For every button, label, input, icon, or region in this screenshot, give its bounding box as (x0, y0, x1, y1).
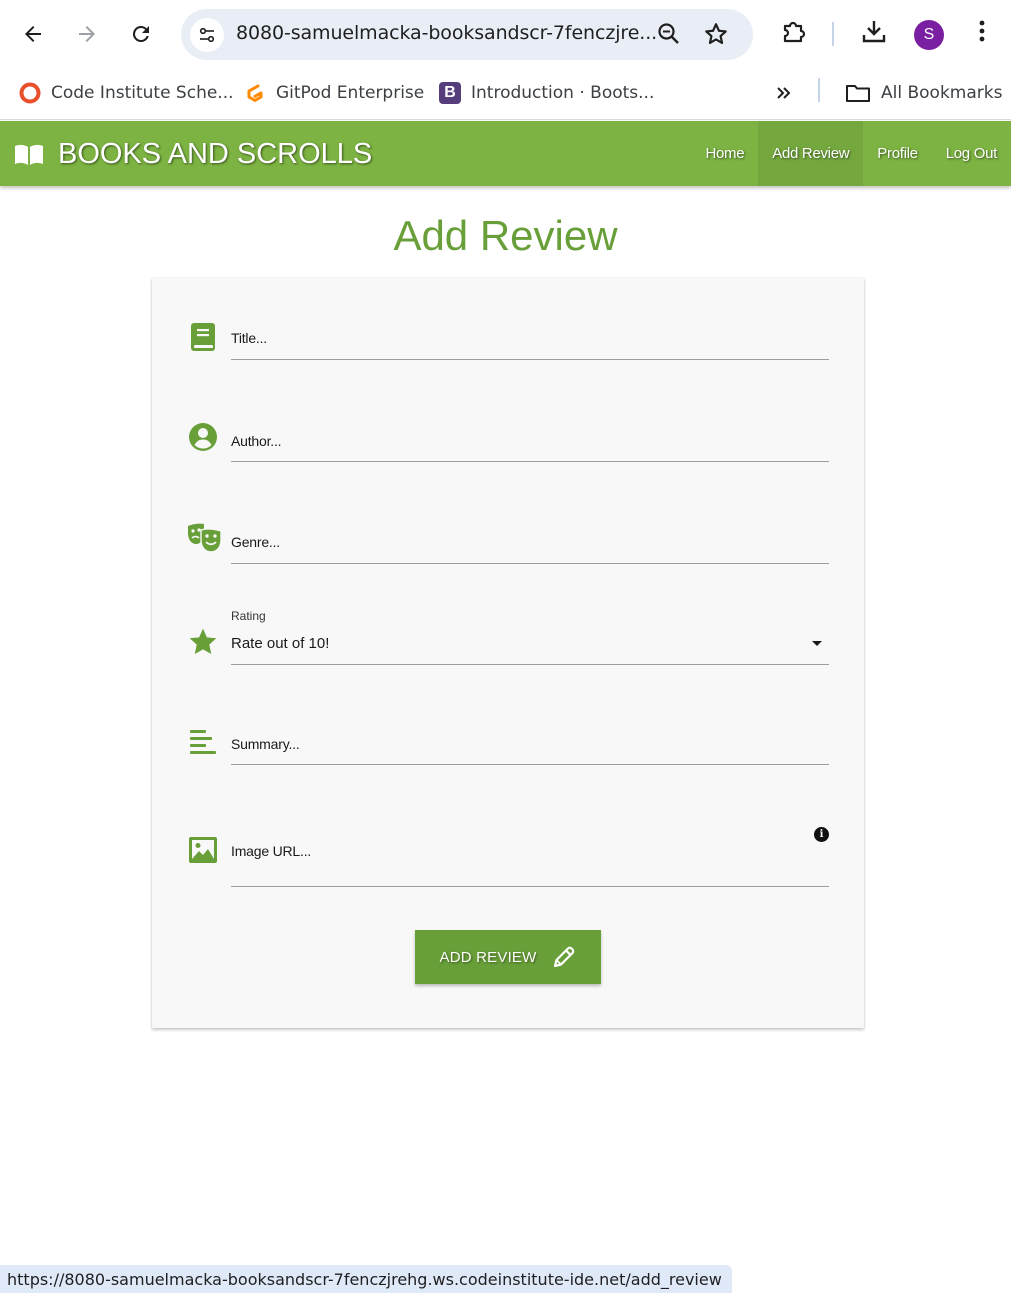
bookmark-bootstrap[interactable]: B Introduction · Boots... (439, 78, 654, 108)
align-left-icon (186, 725, 220, 759)
download-icon (862, 21, 886, 43)
genre-field[interactable]: Genre... (186, 521, 830, 566)
code-institute-icon (19, 82, 41, 104)
star-outline-icon (705, 23, 727, 44)
brand-name: BOOKS AND SCROLLS (58, 138, 373, 170)
image-url-input[interactable]: Image URL... (231, 843, 311, 859)
star-icon (186, 625, 220, 659)
image-url-underline (231, 886, 829, 887)
author-input[interactable]: Author... (231, 433, 282, 449)
title-input[interactable]: Title... (231, 330, 267, 346)
double-chevron-right-icon (777, 87, 791, 99)
nav-log-out[interactable]: Log Out (932, 121, 1011, 186)
summary-field[interactable]: Summary... (186, 728, 830, 770)
bookmarks-bar: Code Institute Sche... GitPod Enterprise… (0, 68, 1011, 120)
title-field[interactable]: Title... (186, 320, 830, 362)
browser-menu-button[interactable] (970, 17, 994, 50)
bookmark-code-institute[interactable]: Code Institute Sche... (19, 78, 234, 108)
caret-down-icon (812, 641, 822, 646)
back-button[interactable] (13, 14, 53, 54)
nav-links: Home Add Review Profile Log Out (691, 121, 1011, 186)
pencil-icon (553, 946, 574, 968)
summary-input[interactable]: Summary... (231, 736, 300, 752)
page-title: Add Review (393, 212, 618, 259)
bookmark-label: Code Institute Sche... (51, 83, 234, 103)
reload-icon (132, 25, 149, 42)
add-review-button[interactable]: ADD REVIEW (415, 930, 601, 984)
nav-home[interactable]: Home (691, 121, 758, 186)
nav-profile[interactable]: Profile (863, 121, 931, 186)
author-field[interactable]: Author... (186, 423, 830, 465)
bookmark-gitpod[interactable]: GitPod Enterprise (244, 78, 424, 108)
downloads-button[interactable] (860, 17, 888, 50)
rating-underline (231, 664, 829, 665)
forward-button[interactable] (67, 14, 107, 54)
genre-input[interactable]: Genre... (231, 534, 280, 550)
genre-underline (231, 563, 829, 564)
puzzle-icon (783, 21, 806, 43)
bootstrap-icon: B (439, 82, 461, 104)
arrow-left-icon (25, 26, 41, 42)
bookmark-star-button[interactable] (703, 21, 729, 52)
rating-field[interactable]: Rating Rate out of 10! (186, 608, 830, 666)
url-text[interactable]: 8080-samuelmacka-booksandscr-7fenczjre..… (236, 22, 657, 44)
author-underline (231, 461, 829, 462)
account-circle-icon (186, 420, 220, 454)
book-open-icon (15, 144, 43, 165)
tune-icon (199, 27, 215, 43)
zoom-icon (658, 23, 679, 44)
rating-select[interactable]: Rate out of 10! (231, 635, 329, 652)
site-navbar: BOOKS AND SCROLLS Home Add Review Profil… (0, 121, 1011, 186)
image-icon (186, 833, 220, 867)
folder-icon (845, 82, 871, 104)
profile-avatar[interactable]: S (914, 20, 944, 50)
summary-underline (231, 764, 829, 765)
link-status-bar: https://8080-samuelmacka-booksandscr-7fe… (0, 1265, 732, 1293)
nav-add-review[interactable]: Add Review (758, 121, 864, 186)
bookmarks-divider (818, 78, 820, 102)
add-review-button-label: ADD REVIEW (439, 948, 537, 966)
theater-masks-icon (186, 521, 224, 555)
info-icon[interactable]: i (814, 827, 829, 842)
book-icon (186, 320, 220, 354)
all-bookmarks-button[interactable]: All Bookmarks (845, 78, 1002, 108)
title-underline (231, 359, 829, 360)
rating-label: Rating (231, 609, 266, 623)
zoom-button[interactable] (656, 21, 682, 52)
image-url-field[interactable]: Image URL... i (186, 826, 830, 888)
site-settings-button[interactable] (190, 18, 224, 52)
more-bookmarks-button[interactable] (775, 78, 793, 108)
bookmark-label: Introduction · Boots... (471, 83, 655, 103)
toolbar-divider (832, 22, 834, 46)
all-bookmarks-label: All Bookmarks (881, 83, 1003, 103)
bookmark-label: GitPod Enterprise (276, 83, 425, 103)
arrow-right-icon (79, 26, 95, 42)
extensions-button[interactable] (780, 17, 808, 50)
brand-logo[interactable]: BOOKS AND SCROLLS (14, 138, 372, 171)
reload-button[interactable] (121, 14, 161, 54)
address-bar[interactable]: 8080-samuelmacka-booksandscr-7fenczjre..… (181, 9, 753, 60)
more-vert-icon (979, 20, 985, 42)
review-form-card: Title... Author... Genre... Rating Rate … (152, 278, 864, 1028)
gitpod-icon (244, 82, 266, 104)
browser-toolbar: 8080-samuelmacka-booksandscr-7fenczjre..… (0, 0, 1011, 68)
